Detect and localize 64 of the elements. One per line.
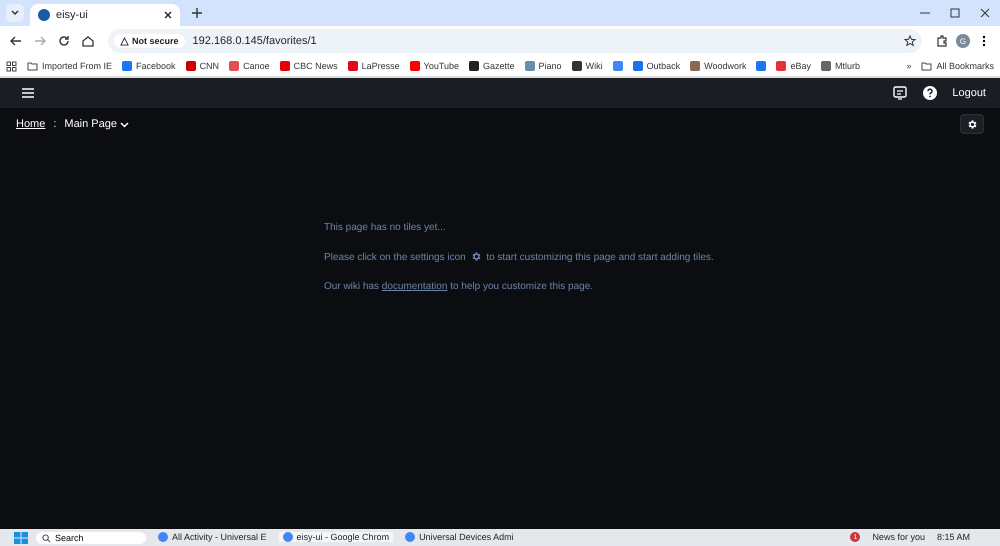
profile-avatar[interactable]: G (956, 34, 970, 48)
close-icon[interactable] (164, 11, 172, 19)
star-icon[interactable] (904, 35, 916, 47)
bookmark[interactable]: Woodwork (690, 61, 746, 71)
gear-icon (966, 118, 978, 130)
tab-title: eisy-ui (56, 9, 88, 21)
taskbar-app[interactable]: All Activity - Universal E (154, 532, 271, 542)
instruction-text: Please click on the settings icon to start customizing this page and start adding tiles. (324, 251, 715, 263)
app-icon (158, 532, 168, 542)
documentation-link[interactable]: documentation (382, 281, 448, 292)
address-bar[interactable]: Not secure 192.168.0.145/favorites/1 (108, 29, 922, 53)
bookmark-folder[interactable]: All Bookmarks (921, 60, 994, 72)
search-icon (42, 534, 51, 542)
plus-icon[interactable] (192, 8, 202, 18)
windows-start-icon[interactable] (14, 532, 28, 544)
puzzle-icon[interactable] (935, 34, 949, 48)
menu-button[interactable] (20, 85, 36, 101)
page-dropdown[interactable]: Main Page (64, 118, 129, 130)
more-bookmarks-button[interactable]: » (906, 61, 912, 71)
site-icon[interactable] (612, 61, 623, 71)
wiki-text: Our wiki has documentation to help you customize this page. (324, 281, 594, 292)
news-widget[interactable]: News for you (868, 532, 929, 542)
folder-icon (27, 60, 38, 72)
clock: 8:15 AM (936, 532, 971, 542)
bookmark[interactable]: YouTube (410, 61, 460, 71)
taskbar-search[interactable]: Search (36, 532, 146, 544)
caret-icon (120, 120, 129, 128)
settings-icon (470, 251, 482, 262)
app-icon (405, 532, 416, 542)
site-icon[interactable] (756, 61, 766, 71)
caret-icon (11, 9, 19, 17)
breadcrumb-separator: : (53, 118, 56, 130)
bookmark[interactable]: Facebook (122, 61, 176, 71)
reload-icon[interactable] (57, 34, 71, 48)
logout-button[interactable]: Logout (952, 87, 986, 99)
empty-message: This page has no tiles yet... (324, 222, 447, 233)
bookmark[interactable]: CNN (186, 61, 220, 71)
bookmark[interactable]: Imported From IE (27, 60, 112, 72)
bookmark[interactable]: eBay (776, 61, 811, 71)
app-icon (282, 532, 293, 542)
site-icon (38, 9, 50, 21)
browser-tab[interactable]: eisy-ui (30, 4, 180, 26)
bookmark[interactable]: Canoe (229, 61, 270, 71)
tab-search-button[interactable] (6, 4, 24, 22)
settings-button[interactable] (960, 114, 984, 134)
bookmark[interactable]: Gazette (469, 61, 515, 71)
apps-grid-icon[interactable] (6, 60, 17, 72)
bookmark[interactable]: Outback (632, 61, 680, 71)
home-icon[interactable] (81, 34, 95, 48)
message-button[interactable] (892, 85, 908, 101)
taskbar-app[interactable]: eisy-ui - Google Chrom (278, 532, 394, 542)
bookmark[interactable]: Wiki (572, 61, 603, 71)
url-text: 192.168.0.145/favorites/1 (192, 35, 318, 47)
home-link[interactable]: Home (16, 118, 46, 130)
bookmark[interactable]: Mtlurb (820, 61, 860, 71)
security-chip[interactable]: Not secure (114, 34, 185, 48)
bookmark[interactable]: LaPresse (348, 61, 400, 71)
taskbar-app[interactable]: Universal Devices Admi (401, 532, 518, 542)
bookmark[interactable]: CBC News (280, 61, 338, 71)
bookmark[interactable]: Piano (524, 61, 562, 71)
help-button[interactable] (922, 85, 938, 101)
folder-icon (921, 60, 932, 72)
warning-icon (120, 36, 129, 46)
back-arrow-icon[interactable] (9, 34, 23, 48)
